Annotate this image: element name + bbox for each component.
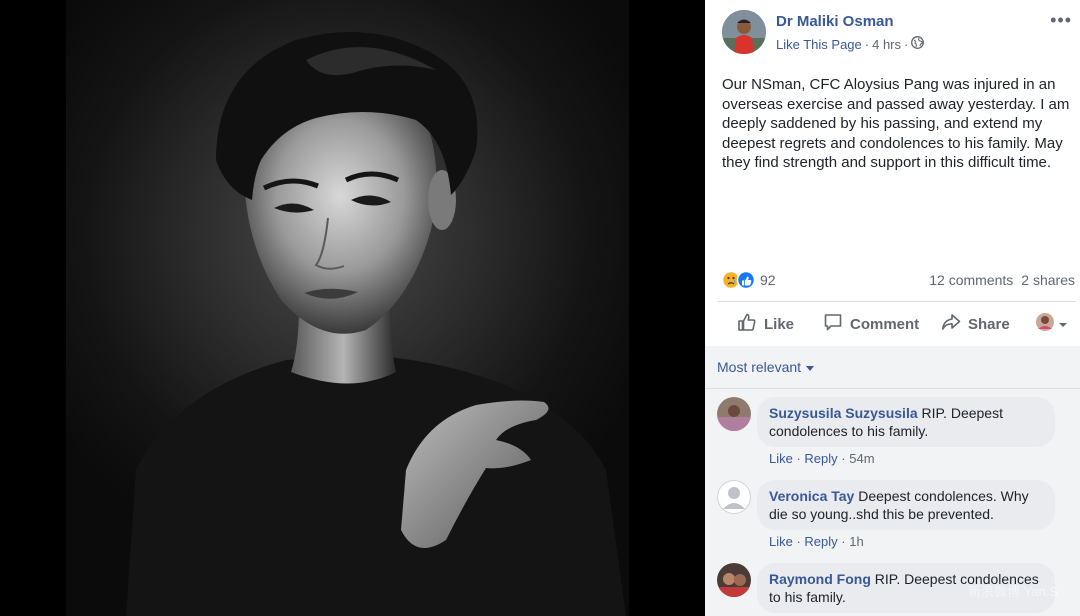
sort-comments-dropdown[interactable]: Most relevant	[717, 359, 815, 375]
chevron-down-icon	[1058, 316, 1068, 333]
commenter-avatar[interactable]	[717, 480, 751, 514]
post-text: Our NSman, CFC Aloysius Pang was injured…	[722, 76, 1070, 171]
post-photo[interactable]	[66, 0, 629, 616]
like-label: Like	[764, 315, 795, 333]
comment-bubble: Veronica Tay Deepest condolences. Why di…	[757, 480, 1055, 530]
comment-actions: Like · Reply · 54m	[769, 451, 875, 466]
photo-viewer	[0, 0, 705, 616]
comment-item: Veronica Tay Deepest condolences. Why di…	[717, 480, 1077, 560]
share-button[interactable]: Share	[941, 312, 1010, 336]
commenter-name[interactable]: Suzysusila Suzysusila	[769, 405, 918, 421]
comment-time[interactable]: 54m	[849, 451, 874, 466]
portrait-illustration	[126, 32, 626, 616]
reaction-icons[interactable]	[721, 270, 758, 290]
shares-count[interactable]: 2 shares	[1021, 272, 1075, 288]
like-page-link[interactable]: Like This Page	[776, 37, 862, 52]
comment-text-cont: to his family.	[769, 588, 846, 605]
comment-like-link[interactable]: Like	[769, 534, 793, 549]
caret-down-icon	[806, 359, 815, 375]
comment-text-cont: condolences to his family.	[769, 422, 929, 439]
comments-count[interactable]: 12 comments	[929, 272, 1013, 288]
like-button[interactable]: Like	[737, 312, 794, 336]
comment-time[interactable]: 1h	[849, 534, 863, 549]
comments-section: Most relevant Suzysusila Suzysusila RIP.…	[705, 346, 1080, 616]
comment-like-link[interactable]: Like	[769, 451, 793, 466]
comment-text: Deepest condolences. Why	[858, 488, 1029, 504]
comment-reply-link[interactable]: Reply	[804, 451, 837, 466]
commenter-name[interactable]: Raymond Fong	[769, 571, 871, 587]
more-options-button[interactable]: •••	[1050, 10, 1072, 31]
user-avatar-small	[1035, 312, 1055, 336]
sort-label: Most relevant	[717, 359, 802, 375]
comment-icon	[823, 312, 843, 336]
comment-reply-link[interactable]: Reply	[804, 534, 837, 549]
post-time[interactable]: 4 hrs	[872, 37, 901, 52]
post-header: Dr Maliki Osman Like This Page · 4 hrs ·…	[705, 0, 1080, 70]
post-as-selector[interactable]	[1035, 312, 1068, 336]
commenter-avatar[interactable]	[717, 563, 751, 597]
comment-label: Comment	[850, 315, 920, 333]
commenter-name[interactable]: Veronica Tay	[769, 488, 854, 504]
meta-separator-2: ·	[904, 36, 909, 52]
post-stats: 92 12 comments 2 shares	[705, 266, 1080, 294]
post-meta: Like This Page · 4 hrs ·	[776, 36, 925, 52]
meta-separator: ·	[864, 36, 870, 52]
share-icon	[941, 312, 961, 336]
comment-actions: Like · Reply · 1h	[769, 534, 864, 549]
comment-item: Suzysusila Suzysusila RIP. Deepest condo…	[717, 397, 1077, 477]
comment-text: RIP. Deepest	[921, 405, 1003, 421]
author-avatar[interactable]	[722, 10, 766, 54]
share-label: Share	[968, 315, 1010, 333]
comment-text-cont: die so young..shd this be prevented.	[769, 505, 994, 522]
sort-divider	[705, 388, 1080, 389]
stats-divider	[717, 301, 1076, 302]
commenter-avatar[interactable]	[717, 397, 751, 431]
comment-bubble: Suzysusila Suzysusila RIP. Deepest condo…	[757, 397, 1055, 447]
thumbs-up-icon	[737, 312, 757, 336]
post-actions: Like Comment Share	[705, 303, 1080, 345]
globe-icon	[911, 36, 925, 52]
comment-button[interactable]: Comment	[823, 312, 919, 336]
watermark: 新浪微博 Yan.S	[967, 584, 1058, 599]
post-panel: Dr Maliki Osman Like This Page · 4 hrs ·…	[705, 0, 1080, 616]
reaction-count[interactable]: 92	[760, 272, 776, 288]
author-name[interactable]: Dr Maliki Osman	[776, 13, 894, 30]
